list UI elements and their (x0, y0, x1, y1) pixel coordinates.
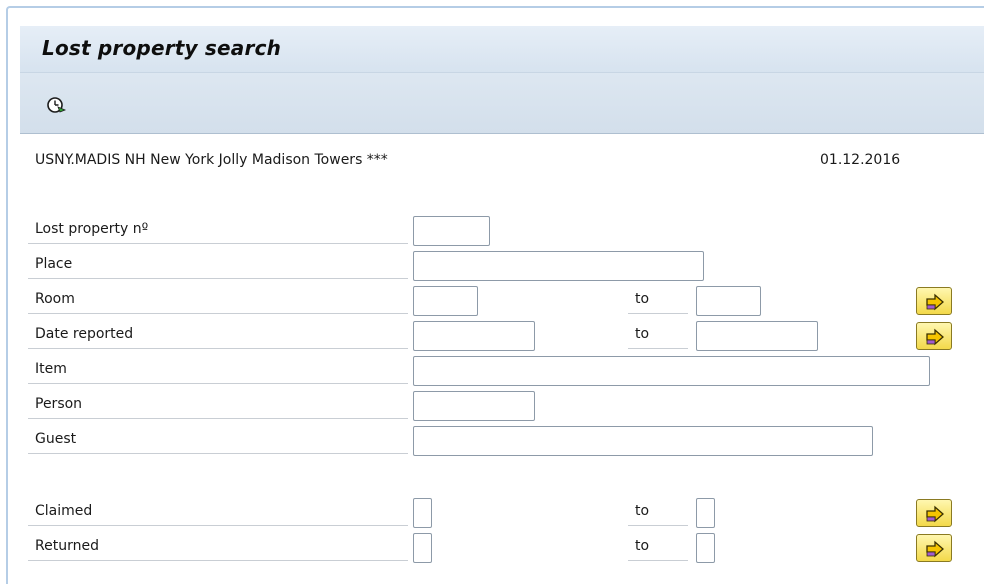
hotel-info: USNY.MADIS NH New York Jolly Madison Tow… (35, 152, 388, 168)
label-returned: Returned (28, 535, 408, 561)
room-multiple-selection-button[interactable] (916, 287, 952, 315)
place-input[interactable] (413, 251, 704, 281)
person-input[interactable] (413, 391, 535, 421)
label-room: Room (28, 288, 408, 314)
claimed-from-input[interactable] (413, 498, 432, 528)
row-place: Place (8, 246, 984, 281)
label-item: Item (28, 358, 408, 384)
label-lost-property-no: Lost property nº (28, 218, 408, 244)
label-date-reported: Date reported (28, 323, 408, 349)
returned-multiple-selection-button[interactable] (916, 534, 952, 562)
arrow-right-icon (926, 293, 944, 311)
guest-input[interactable] (413, 426, 873, 456)
selection-screen: USNY.MADIS NH New York Jolly Madison Tow… (8, 8, 984, 584)
lost-property-no-input[interactable] (413, 216, 490, 246)
row-lost-property-no: Lost property nº (8, 211, 984, 246)
date-reported-multiple-selection-button[interactable] (916, 322, 952, 350)
row-returned: Returned to (8, 528, 984, 563)
label-claimed-to: to (628, 500, 688, 526)
current-date: 01.12.2016 (820, 152, 901, 168)
claimed-to-input[interactable] (696, 498, 715, 528)
arrow-right-icon (926, 505, 944, 523)
label-place: Place (28, 253, 408, 279)
label-guest: Guest (28, 428, 408, 454)
returned-to-input[interactable] (696, 533, 715, 563)
room-to-input[interactable] (696, 286, 761, 316)
row-date-reported: Date reported to (8, 316, 984, 351)
sap-window: Lost property search USNY.MADIS NH New Y… (6, 6, 984, 584)
row-person: Person (8, 386, 984, 421)
label-date-reported-to: to (628, 323, 688, 349)
arrow-right-icon (926, 328, 944, 346)
label-person: Person (28, 393, 408, 419)
label-claimed: Claimed (28, 500, 408, 526)
date-reported-from-input[interactable] (413, 321, 535, 351)
room-from-input[interactable] (413, 286, 478, 316)
row-claimed: Claimed to (8, 493, 984, 528)
claimed-multiple-selection-button[interactable] (916, 499, 952, 527)
row-guest: Guest (8, 421, 984, 456)
label-returned-to: to (628, 535, 688, 561)
arrow-right-icon (926, 540, 944, 558)
returned-from-input[interactable] (413, 533, 432, 563)
date-reported-to-input[interactable] (696, 321, 818, 351)
label-room-to: to (628, 288, 688, 314)
row-room: Room to (8, 281, 984, 316)
row-item: Item (8, 351, 984, 386)
item-input[interactable] (413, 356, 930, 386)
